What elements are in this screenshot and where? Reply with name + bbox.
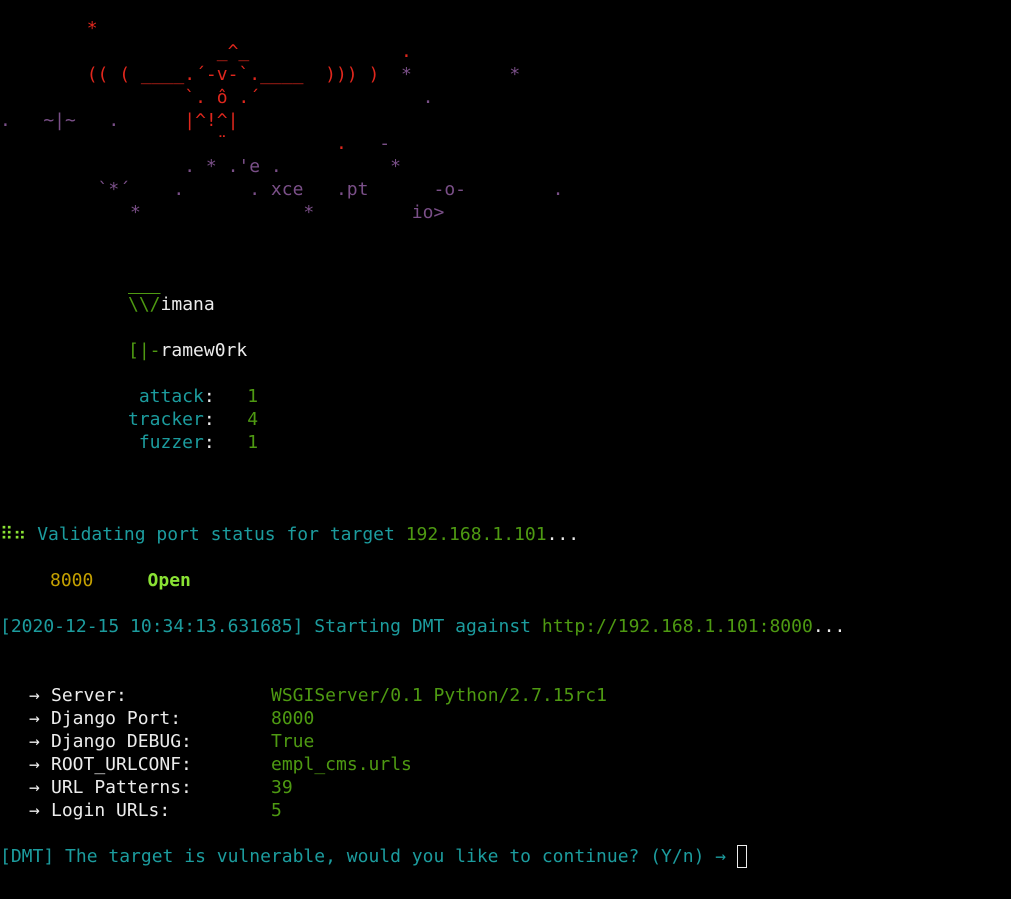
banner-fragment: . [249, 41, 412, 62]
banner-line: `. ô .´ . [0, 86, 433, 109]
stat-separator: : [203, 432, 215, 453]
validate-text: Validating port status for target [37, 524, 395, 545]
info-value: empl_cms.urls [271, 754, 412, 775]
logo-text-1: imana [160, 294, 215, 315]
logo-prefix-1: \\/ [128, 294, 161, 315]
info-value: WSGIServer/0.1 Python/2.7.15rc1 [271, 685, 607, 706]
terminal-cursor[interactable] [736, 845, 747, 868]
validate-line: ⠿⠶ Validating port status for target 192… [0, 523, 579, 546]
arrow-right-icon: → [29, 754, 40, 775]
stat-row: attack: 1 [128, 385, 258, 408]
arrow-right-icon: → [29, 708, 40, 729]
stat-row: tracker: 4 [128, 408, 258, 431]
banner-line: * * io> [0, 201, 444, 224]
logo-line-2: [|-ramew0rk [128, 339, 247, 362]
banner-line: . * .'e . * [0, 155, 401, 178]
info-value: 39 [271, 777, 293, 798]
banner-line: ¨ . - [0, 132, 390, 155]
spinner-icon: ⠿⠶ [0, 524, 27, 545]
info-value: True [271, 731, 315, 752]
banner-line: `*´ . . xce .pt -o- . [0, 178, 564, 201]
stat-label: fuzzer [128, 432, 204, 453]
stat-value: 4 [247, 409, 259, 430]
validate-target: 192.168.1.101 [405, 524, 547, 545]
start-line: [2020-12-15 10:34:13.631685] Starting DM… [0, 615, 845, 638]
banner-line: . ~|~ . |^!^| [0, 109, 238, 132]
stat-row: fuzzer: 1 [128, 431, 258, 454]
info-label: ROOT_URLCONF: [51, 754, 192, 775]
stat-label: tracker [128, 409, 204, 430]
validate-ellipsis: ... [546, 524, 580, 545]
arrow-right-icon: → [29, 685, 40, 706]
banner-fragment: _^_ [0, 41, 250, 62]
banner-fragment: `. ô .´ [0, 87, 261, 108]
banner-line: * [0, 17, 98, 40]
prompt-arrow-icon: → [715, 846, 727, 867]
stat-label: attack [128, 386, 204, 407]
stat-value: 1 [247, 432, 259, 453]
info-value: 8000 [271, 708, 315, 729]
banner-fragment: (( ( ____.´-v-`.____ ))) ) [0, 64, 380, 85]
logo-prefix-2: [|- [128, 340, 161, 361]
port-status: Open [147, 570, 191, 591]
banner-fragment: - [346, 133, 391, 154]
arrow-right-icon: → [29, 731, 40, 752]
stat-separator: : [203, 386, 215, 407]
arrow-right-icon: → [29, 777, 40, 798]
info-value: 5 [271, 800, 282, 821]
port-status-line: 8000 Open [50, 569, 191, 592]
logo-line-1: \\/imana [128, 293, 215, 316]
banner-fragment: `*´ . . xce .pt -o- . [0, 179, 564, 200]
banner-fragment: |^!^| [119, 110, 239, 131]
prompt-line: [DMT] The target is vulnerable, would yo… [0, 845, 747, 868]
info-label: Server: [51, 685, 127, 706]
arrow-right-icon: → [29, 800, 40, 821]
info-label: Login URLs: [51, 800, 171, 821]
info-label: Django Port: [51, 708, 182, 729]
port-number: 8000 [50, 570, 94, 591]
banner-fragment: . [260, 87, 434, 108]
banner-fragment: . ~|~ . [0, 110, 120, 131]
banner-fragment: * [0, 18, 98, 39]
start-url: http://192.168.1.101:8000 [541, 616, 813, 637]
banner-fragment: ¨ [0, 133, 228, 154]
stat-value: 1 [247, 386, 259, 407]
info-label: Django DEBUG: [51, 731, 192, 752]
banner-line: _^_ . [0, 40, 412, 63]
banner-line: (( ( ____.´-v-`.____ ))) ) * * [0, 63, 521, 86]
start-text: Starting DMT against [314, 616, 532, 637]
start-timestamp: [2020-12-15 10:34:13.631685] [0, 616, 304, 637]
info-label: URL Patterns: [51, 777, 192, 798]
prompt-text: [DMT] The target is vulnerable, would yo… [0, 846, 705, 867]
banner-fragment: * * [379, 64, 521, 85]
start-ellipsis: ... [812, 616, 846, 637]
stat-separator: : [203, 409, 215, 430]
banner-fragment: * * io> [0, 202, 445, 223]
banner-fragment: . * .'e . * [0, 156, 401, 177]
logo-text-2: ramew0rk [160, 340, 248, 361]
banner-fragment: . [227, 133, 347, 154]
